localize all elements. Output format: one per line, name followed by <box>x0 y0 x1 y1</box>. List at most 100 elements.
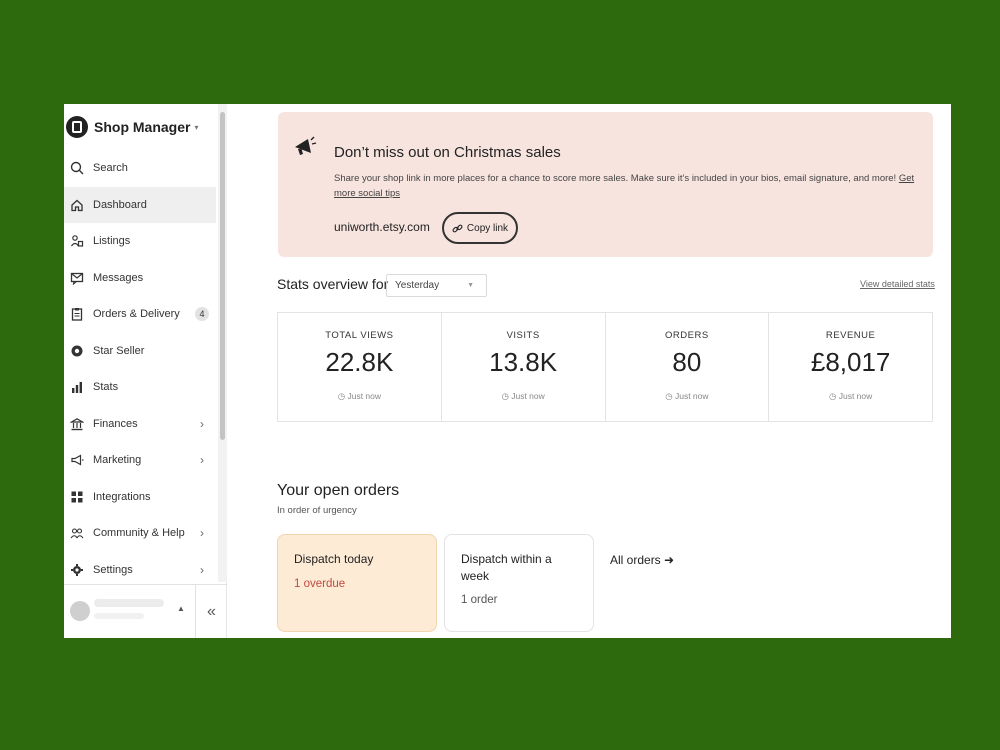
clock-icon: ◷ <box>828 391 839 401</box>
sidebar-item-messages[interactable]: Messages <box>64 260 216 297</box>
banner-body: Share your shop link in more places for … <box>334 173 897 184</box>
all-orders-link[interactable]: All orders ➜ <box>610 553 674 567</box>
sidebar-footer: ▲ « <box>64 584 227 638</box>
view-detailed-stats-link[interactable]: View detailed stats <box>860 279 935 289</box>
sidebar-title: Shop Manager <box>94 119 191 135</box>
clock-icon: ◷ <box>665 391 675 401</box>
banner-text: Share your shop link in more places for … <box>334 171 919 201</box>
sidebar-item-label: Star Seller <box>93 344 145 357</box>
gear-icon <box>69 562 85 578</box>
copy-link-button[interactable]: Copy link <box>442 212 518 244</box>
sidebar-item-label: Marketing <box>93 454 142 467</box>
sidebar-item-label: Search <box>93 162 128 175</box>
stat-value: £8,017 <box>810 347 891 377</box>
clock-icon: ◷ <box>501 391 512 401</box>
sidebar-scrollbar[interactable] <box>218 104 227 582</box>
double-chevron-left-icon: « <box>207 603 216 620</box>
open-orders-subtitle: In order of urgency <box>277 505 357 516</box>
messages-icon <box>69 270 85 286</box>
sidebar-item-stats[interactable]: Stats <box>64 369 216 406</box>
stat-label: VISITS <box>506 330 540 341</box>
open-orders-title: Your open orders <box>277 482 400 499</box>
stat-card-visits[interactable]: VISITS 13.8K ◷ Just now <box>442 313 606 421</box>
stats-period-value: Yesterday <box>395 280 440 291</box>
stat-label: REVENUE <box>825 330 876 341</box>
chevron-down-icon: ▼ <box>467 282 474 289</box>
sidebar-item-label: Stats <box>93 381 119 394</box>
sidebar-item-marketing[interactable]: Marketing › <box>64 442 216 479</box>
user-name-redacted <box>94 599 164 607</box>
sidebar-item-label: Community & Help <box>93 527 185 540</box>
sidebar-item-label: Integrations <box>93 490 151 503</box>
scrollbar-thumb[interactable] <box>220 112 225 440</box>
banner-title: Don’t miss out on Christmas sales <box>334 144 561 161</box>
chevron-up-icon[interactable]: ▲ <box>177 604 185 613</box>
user-subtitle-redacted <box>94 613 144 619</box>
stats-title: Stats overview for <box>277 276 389 292</box>
order-card-title: Dispatch today <box>294 552 374 566</box>
order-card-dispatch-today[interactable]: Dispatch today 1 overdue <box>277 534 437 632</box>
christmas-banner: Don’t miss out on Christmas sales Share … <box>278 112 933 257</box>
orders-count-badge: 4 <box>195 307 209 322</box>
sidebar-item-label: Listings <box>93 235 131 248</box>
stat-time: ◷ Just now <box>337 391 382 401</box>
sidebar-item-community-help[interactable]: Community & Help › <box>64 515 216 552</box>
copy-link-label: Copy link <box>466 222 509 234</box>
stat-card-orders[interactable]: ORDERS 80 ◷ Just now <box>606 313 770 421</box>
sidebar-item-label: Finances <box>93 417 138 430</box>
stat-time: ◷ Just now <box>501 391 545 401</box>
stat-value: 13.8K <box>489 347 558 377</box>
clipboard-icon <box>69 306 85 322</box>
sidebar-item-orders-delivery[interactable]: Orders & Delivery 4 <box>64 296 216 333</box>
chevron-right-icon: › <box>200 526 204 541</box>
avatar[interactable] <box>70 601 90 621</box>
stat-label: TOTAL VIEWS <box>325 330 394 341</box>
stat-time: ◷ Just now <box>665 391 709 401</box>
search-icon <box>69 160 85 176</box>
order-card-title: Dispatch within a week <box>461 552 552 583</box>
grid-icon <box>69 489 85 505</box>
megaphone-icon <box>292 134 318 160</box>
stat-card-total-views[interactable]: TOTAL VIEWS 22.8K ◷ Just now <box>278 313 442 421</box>
sidebar-item-star-seller[interactable]: Star Seller <box>64 333 216 370</box>
stat-card-revenue[interactable]: REVENUE £8,017 ◷ Just now <box>769 313 932 421</box>
link-icon <box>452 224 463 232</box>
shop-logo-icon <box>66 116 88 138</box>
star-seller-icon <box>69 343 85 359</box>
stat-value: 80 <box>672 347 702 377</box>
stats-period-select[interactable]: Yesterday ▼ <box>386 274 487 297</box>
app-window: Shop Manager ▾ Search Dashboard Listings… <box>64 104 951 638</box>
listings-icon <box>69 233 85 249</box>
stat-value: 22.8K <box>325 347 394 377</box>
stat-label: ORDERS <box>665 330 709 341</box>
megaphone-icon <box>69 452 85 468</box>
chevron-right-icon: › <box>200 562 204 577</box>
community-icon <box>69 525 85 541</box>
order-card-status: 1 overdue <box>294 578 346 590</box>
sidebar-item-label: Dashboard <box>93 198 147 211</box>
sidebar: Shop Manager ▾ Search Dashboard Listings… <box>64 104 227 638</box>
chevron-down-icon: ▾ <box>194 122 199 132</box>
sidebar-nav: Search Dashboard Listings Messages Order… <box>64 150 216 588</box>
sidebar-item-listings[interactable]: Listings <box>64 223 216 260</box>
stats-cards: TOTAL VIEWS 22.8K ◷ Just now VISITS 13.8… <box>277 312 933 422</box>
sidebar-item-label: Orders & Delivery <box>93 308 180 321</box>
shop-manager-menu[interactable]: Shop Manager ▾ <box>66 112 198 142</box>
order-card-status: 1 order <box>461 594 498 606</box>
bank-icon <box>69 416 85 432</box>
sidebar-item-settings[interactable]: Settings › <box>64 552 216 589</box>
sidebar-item-label: Messages <box>93 271 144 284</box>
chevron-right-icon: › <box>200 453 204 468</box>
collapse-sidebar-button[interactable]: « <box>195 585 227 638</box>
sidebar-item-dashboard[interactable]: Dashboard <box>64 186 216 223</box>
shop-url: uniworth.etsy.com <box>334 220 430 234</box>
sidebar-item-search[interactable]: Search <box>64 150 216 187</box>
sidebar-item-integrations[interactable]: Integrations <box>64 479 216 516</box>
sidebar-item-label: Settings <box>93 563 133 576</box>
home-icon <box>69 197 85 213</box>
chevron-right-icon: › <box>200 416 204 431</box>
order-card-dispatch-week[interactable]: Dispatch within a week 1 order <box>444 534 594 632</box>
stat-time: ◷ Just now <box>828 391 873 401</box>
stats-icon <box>69 379 85 395</box>
sidebar-item-finances[interactable]: Finances › <box>64 406 216 443</box>
